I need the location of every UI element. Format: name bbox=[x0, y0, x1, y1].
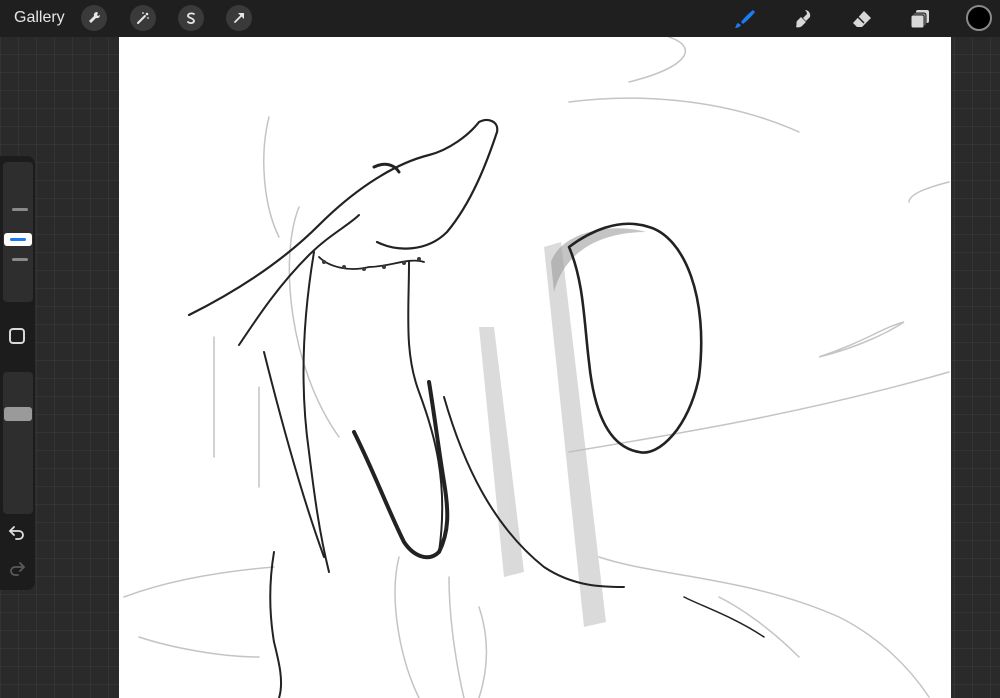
brush-icon bbox=[735, 10, 755, 28]
brush-size-slider[interactable] bbox=[3, 162, 33, 302]
eraser-icon bbox=[853, 11, 871, 27]
adjustments-button[interactable] bbox=[130, 5, 156, 31]
selection-s-icon bbox=[187, 12, 195, 24]
redo-icon bbox=[10, 562, 26, 576]
size-tick bbox=[12, 208, 28, 211]
brush-size-thumb[interactable] bbox=[4, 233, 32, 246]
wrench-icon bbox=[89, 11, 101, 23]
brush-tool[interactable] bbox=[731, 5, 759, 33]
opacity-thumb[interactable] bbox=[4, 407, 32, 421]
gallery-button[interactable]: Gallery bbox=[14, 9, 65, 27]
smudge-icon bbox=[796, 10, 811, 28]
opacity-slider[interactable] bbox=[3, 372, 33, 514]
top-toolbar: Gallery bbox=[0, 0, 1000, 37]
undo-button[interactable] bbox=[6, 522, 28, 542]
eraser-tool[interactable] bbox=[848, 5, 876, 33]
layers-icon bbox=[910, 10, 929, 29]
smudge-tool[interactable] bbox=[790, 5, 818, 33]
color-swatch-button[interactable] bbox=[966, 5, 992, 31]
transform-arrow-icon bbox=[234, 13, 244, 23]
undo-icon bbox=[8, 526, 24, 540]
modify-button[interactable] bbox=[9, 328, 25, 344]
selection-button[interactable] bbox=[178, 5, 204, 31]
drawing-canvas[interactable] bbox=[119, 37, 951, 698]
actions-button[interactable] bbox=[81, 5, 107, 31]
magic-wand-icon bbox=[137, 12, 149, 24]
transform-button[interactable] bbox=[226, 5, 252, 31]
redo-button[interactable] bbox=[6, 558, 28, 578]
sketch-artwork bbox=[123, 37, 950, 698]
left-sidebar bbox=[0, 156, 35, 590]
size-tick bbox=[12, 258, 28, 261]
layers-tool[interactable] bbox=[906, 5, 934, 33]
